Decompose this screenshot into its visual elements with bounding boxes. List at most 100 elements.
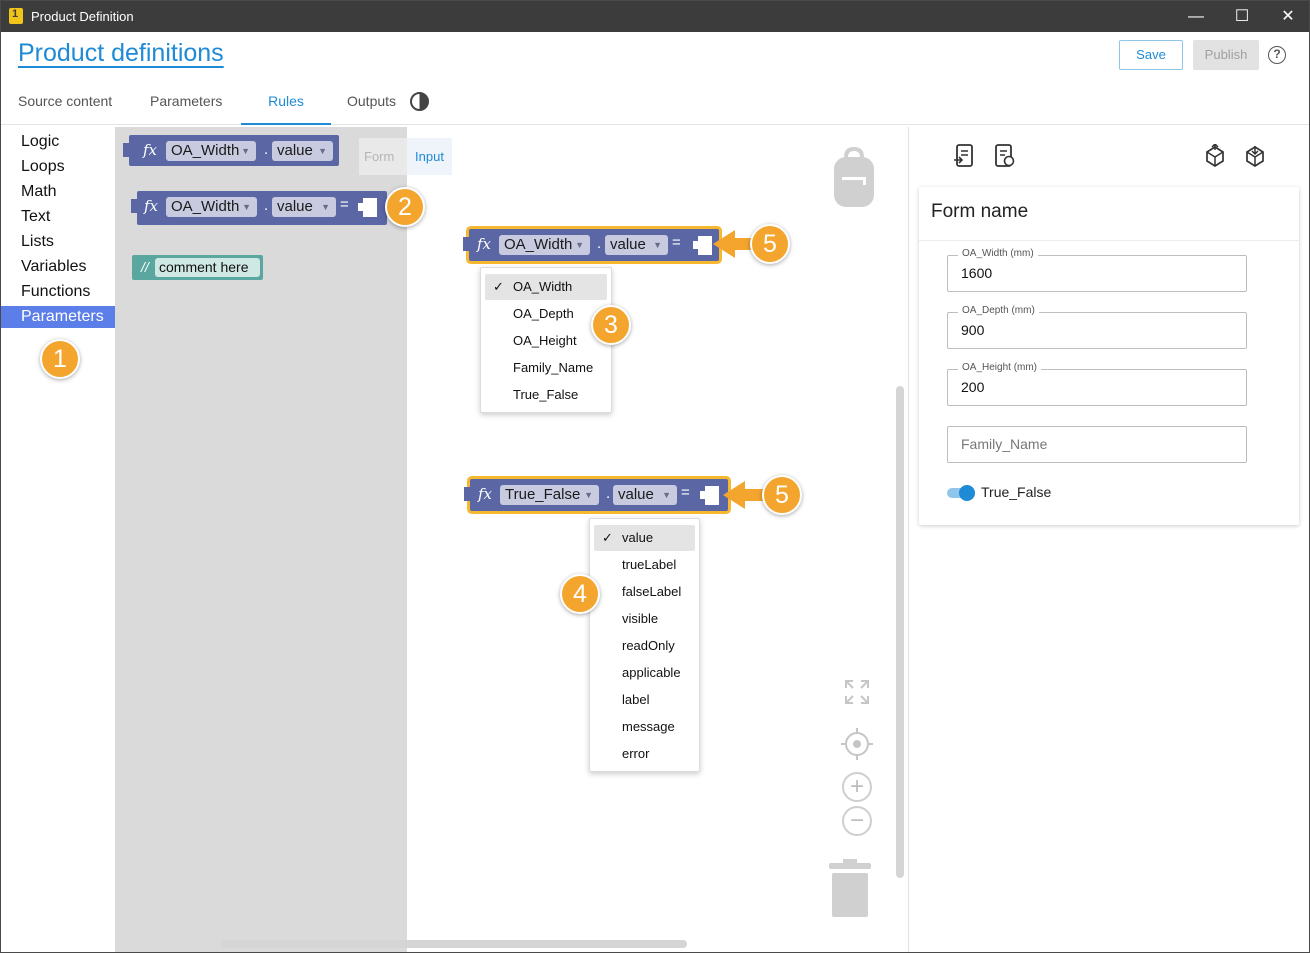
field-label: OA_Width (mm) [958, 248, 1038, 259]
param-dropdown[interactable]: OA_Width ▼ [499, 235, 590, 255]
form-name: Form name [931, 201, 1029, 222]
property-dropdown[interactable]: value ▼ [613, 485, 677, 505]
menu-item-true-label[interactable]: trueLabel [594, 552, 695, 578]
form-divider [919, 240, 1299, 241]
recenter-icon[interactable] [841, 728, 873, 760]
equals-sign: = [340, 196, 349, 213]
callout-badge-2: 2 [385, 187, 425, 227]
tab-source-content[interactable]: Source content [18, 85, 118, 125]
chevron-down-icon: ▼ [318, 146, 327, 156]
field-label: OA_Height (mm) [958, 362, 1042, 373]
comment-block[interactable]: // comment here [132, 255, 263, 280]
menu-item-error[interactable]: error [594, 741, 695, 767]
tab-parameters[interactable]: Parameters [150, 85, 226, 125]
param-dropdown[interactable]: OA_Width ▼ [166, 141, 256, 161]
fit-screen-icon[interactable] [844, 679, 870, 705]
menu-item-label[interactable]: label [594, 687, 695, 713]
backpack-icon[interactable] [834, 147, 874, 207]
oa-width-setter-block[interactable]: fx OA_Width ▼ . value ▼ = [463, 229, 719, 261]
reload-rules-icon[interactable] [994, 144, 1016, 168]
panel-divider [908, 127, 909, 952]
zoom-out-icon[interactable]: − [842, 806, 872, 836]
minimize-button[interactable]: — [1173, 1, 1219, 32]
param-dropdown-label: OA_Width [171, 142, 240, 159]
oa-width-field[interactable]: OA_Width (mm) 1600 [947, 248, 1247, 292]
cube-down-icon[interactable] [1244, 144, 1266, 168]
zoom-in-icon[interactable]: + [842, 772, 872, 802]
chevron-down-icon: ▼ [662, 490, 671, 500]
title-bar: Product Definition — ☐ ✕ [1, 1, 1309, 32]
workspace-vertical-scrollbar[interactable] [896, 386, 904, 878]
close-button[interactable]: ✕ [1265, 1, 1309, 32]
property-dropdown[interactable]: value ▼ [605, 235, 668, 255]
chevron-down-icon: ▼ [241, 146, 250, 156]
window-title: Product Definition [31, 9, 134, 24]
help-icon[interactable]: ? [1268, 46, 1286, 64]
category-variables[interactable]: Variables [1, 256, 115, 278]
toggle-knob[interactable] [959, 485, 975, 501]
menu-item-oa-depth[interactable]: OA_Depth [485, 301, 607, 327]
form-tab-chip[interactable]: Form [359, 138, 407, 175]
value-socket[interactable] [693, 236, 712, 255]
property-dropdown[interactable]: value ▼ [272, 141, 333, 161]
category-functions[interactable]: Functions [1, 281, 115, 303]
checkmark-icon: ✓ [493, 279, 504, 294]
field-value: 900 [961, 322, 985, 338]
workspace-horizontal-scrollbar[interactable] [221, 940, 687, 948]
block-flyout [115, 127, 407, 952]
menu-item-message[interactable]: message [594, 714, 695, 740]
menu-item-visible[interactable]: visible [594, 606, 695, 632]
contrast-icon[interactable] [410, 92, 429, 111]
param-dropdown[interactable]: OA_Width ▼ [166, 197, 257, 217]
true-false-setter-block[interactable]: fx True_False ▼ . value ▼ = [464, 479, 728, 511]
category-parameters[interactable]: Parameters [1, 306, 115, 328]
comment-text-field[interactable]: comment here [155, 258, 260, 277]
input-tab-chip[interactable]: Input [407, 138, 452, 175]
chevron-down-icon: ▼ [242, 202, 251, 212]
dot-separator: . [597, 235, 602, 252]
page-title[interactable]: Product definitions [18, 39, 224, 68]
menu-item-applicable[interactable]: applicable [594, 660, 695, 686]
param-getter-block[interactable]: fx OA_Width ▼ . value ▼ [123, 135, 339, 166]
dot-separator: . [264, 141, 269, 158]
value-socket[interactable] [700, 486, 719, 505]
menu-item-true-false[interactable]: True_False [485, 382, 607, 408]
tab-bar: Source content Parameters Rules Outputs [1, 85, 1309, 125]
menu-item-oa-width[interactable]: ✓ OA_Width [485, 274, 607, 300]
menu-item-read-only[interactable]: readOnly [594, 633, 695, 659]
tab-outputs[interactable]: Outputs [347, 85, 403, 125]
param-setter-block[interactable]: fx OA_Width ▼ . value ▼ = [131, 191, 387, 225]
callout-badge-4: 4 [560, 574, 600, 614]
save-button[interactable]: Save [1119, 40, 1183, 70]
param-dropdown[interactable]: True_False ▼ [500, 485, 599, 505]
form-preview-card: Form name OA_Width (mm) 1600 OA_Depth (m… [919, 187, 1299, 525]
menu-item-value[interactable]: ✓ value [594, 525, 695, 551]
app-logo-icon [9, 8, 23, 24]
dot-separator: . [606, 485, 611, 502]
menu-item-oa-height[interactable]: OA_Height [485, 328, 607, 354]
category-text[interactable]: Text [1, 206, 115, 228]
category-math[interactable]: Math [1, 181, 115, 203]
maximize-button[interactable]: ☐ [1219, 1, 1265, 32]
tab-rules[interactable]: Rules [241, 85, 331, 125]
publish-button[interactable]: Publish [1193, 40, 1259, 70]
category-loops[interactable]: Loops [1, 156, 115, 178]
fx-icon: fx [477, 235, 492, 253]
callout-badge-3: 3 [591, 305, 631, 345]
family-name-field[interactable]: Family_Name [947, 426, 1247, 463]
oa-depth-field[interactable]: OA_Depth (mm) 900 [947, 305, 1247, 349]
trash-icon[interactable] [829, 859, 871, 917]
category-lists[interactable]: Lists [1, 231, 115, 253]
oa-height-field[interactable]: OA_Height (mm) 200 [947, 362, 1247, 406]
chevron-down-icon: ▼ [584, 490, 593, 500]
category-logic[interactable]: Logic [1, 131, 115, 153]
field-label: OA_Depth (mm) [958, 305, 1039, 316]
value-socket[interactable] [358, 198, 377, 217]
import-rules-icon[interactable] [953, 144, 975, 168]
cube-up-icon[interactable] [1204, 144, 1226, 168]
menu-item-false-label[interactable]: falseLabel [594, 579, 695, 605]
chevron-down-icon: ▼ [653, 240, 662, 250]
callout-badge-5b: 5 [762, 475, 802, 515]
property-dropdown[interactable]: value ▼ [272, 197, 336, 217]
menu-item-family-name[interactable]: Family_Name [485, 355, 607, 381]
